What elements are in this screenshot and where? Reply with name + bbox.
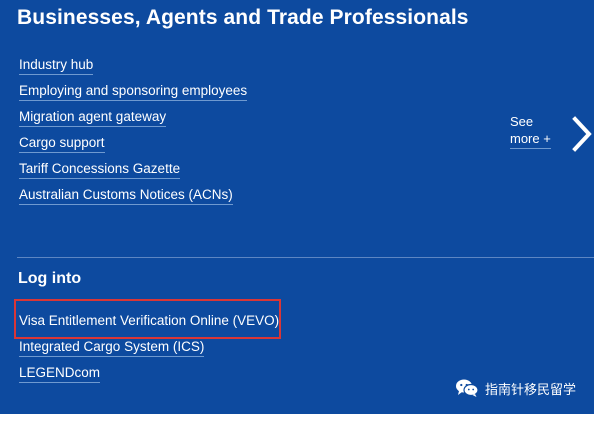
employing-sponsoring-link[interactable]: Employing and sponsoring employees (19, 82, 248, 101)
wechat-icon (455, 379, 479, 397)
industry-hub-link[interactable]: Industry hub (19, 56, 94, 75)
migration-agent-gateway-link[interactable]: Migration agent gateway (19, 108, 167, 127)
cargo-support-link[interactable]: Cargo support (19, 134, 105, 153)
section-divider (17, 257, 594, 258)
list-item: LEGENDcom (19, 364, 279, 390)
list-item: Australian Customs Notices (ACNs) (19, 186, 247, 212)
watermark-text: 指南针移民留学 (484, 381, 576, 397)
list-item: Integrated Cargo System (ICS) (19, 338, 279, 364)
see-more-label-line2: more + (510, 130, 551, 149)
chevron-right-icon[interactable] (568, 114, 594, 154)
business-panel: Businesses, Agents and Trade Professiona… (0, 0, 594, 414)
legendcom-link[interactable]: LEGENDcom (19, 364, 101, 383)
watermark: 指南针移民留学 (455, 378, 576, 398)
vevo-highlight-box (14, 299, 281, 339)
integrated-cargo-system-link[interactable]: Integrated Cargo System (ICS) (19, 338, 205, 357)
list-item: Migration agent gateway (19, 108, 247, 134)
see-more-label-line1: See (510, 114, 534, 129)
list-item: Employing and sponsoring employees (19, 82, 248, 108)
see-more-link[interactable]: See more + (510, 113, 551, 149)
tariff-concessions-gazette-link[interactable]: Tariff Concessions Gazette (19, 160, 181, 179)
australian-customs-notices-link[interactable]: Australian Customs Notices (ACNs) (19, 186, 233, 205)
login-title: Log into (18, 270, 82, 287)
list-item: Tariff Concessions Gazette (19, 160, 247, 186)
section-link-list: Industry hub Employing and sponsoring em… (19, 56, 248, 212)
list-item: Cargo support (19, 134, 247, 160)
section-title: Businesses, Agents and Trade Professiona… (17, 6, 469, 29)
list-item: Industry hub (19, 56, 247, 82)
